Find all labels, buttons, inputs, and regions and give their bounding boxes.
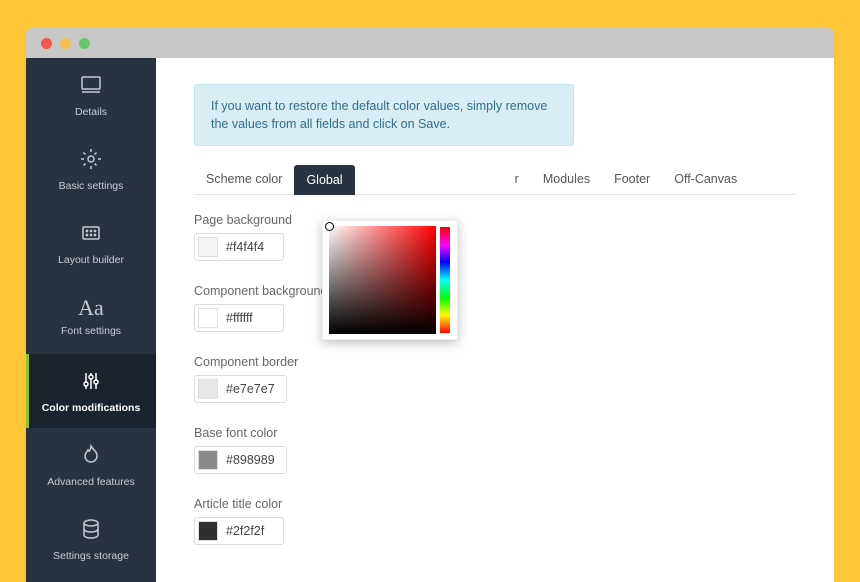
window-titlebar	[26, 28, 834, 58]
sidebar-item-label: Advanced features	[47, 476, 135, 488]
sidebar-item-layout-builder[interactable]: Layout builder	[26, 206, 156, 280]
color-input[interactable]: #f4f4f4	[194, 233, 284, 261]
sliders-icon	[79, 369, 103, 396]
color-value: #2f2f2f	[226, 524, 272, 538]
font-icon: Aa	[78, 297, 104, 319]
color-picker-popover	[322, 220, 458, 340]
grid-icon	[79, 221, 103, 248]
field-component-border: Component border #e7e7e7	[194, 355, 796, 404]
color-value: #e7e7e7	[226, 382, 283, 396]
color-value: #f4f4f4	[226, 240, 272, 254]
field-label: Page background	[194, 213, 796, 227]
tabs: Scheme color Global Header Navigation r …	[194, 164, 796, 195]
tab-off-canvas[interactable]: Off-Canvas	[662, 164, 749, 194]
field-label: Component background	[194, 284, 796, 298]
color-picker-cursor[interactable]	[325, 222, 334, 231]
field-label: Component border	[194, 355, 796, 369]
gear-icon	[79, 147, 103, 174]
color-fields: Page background #f4f4f4 Component backgr…	[194, 213, 796, 546]
field-label: Article title color	[194, 497, 796, 511]
sidebar-item-label: Basic settings	[59, 180, 124, 192]
field-article-title-color: Article title color #2f2f2f	[194, 497, 796, 546]
browser-frame: Details Basic settings Layout builder Aa…	[26, 28, 834, 582]
tab-scheme-color[interactable]: Scheme color	[194, 164, 294, 194]
tab-footer[interactable]: Footer	[602, 164, 662, 194]
minimize-dot[interactable]	[60, 38, 71, 49]
color-value: #898989	[226, 453, 283, 467]
main-content: If you want to restore the default color…	[156, 58, 834, 582]
color-input[interactable]: #e7e7e7	[194, 375, 287, 403]
sidebar-item-details[interactable]: Details	[26, 58, 156, 132]
sidebar-item-color-modifications[interactable]: Color modifications	[26, 354, 156, 428]
sidebar-item-advanced-features[interactable]: Advanced features	[26, 428, 156, 502]
sidebar-item-basic-settings[interactable]: Basic settings	[26, 132, 156, 206]
flame-icon	[79, 443, 103, 470]
tab-modules[interactable]: Modules	[531, 164, 602, 194]
sidebar-item-label: Details	[75, 106, 107, 118]
color-picker-saturation-lightness[interactable]	[329, 226, 436, 334]
database-icon	[79, 517, 103, 544]
sidebar-item-label: Settings storage	[53, 550, 129, 562]
color-value: #ffffff	[226, 311, 261, 325]
zoom-dot[interactable]	[79, 38, 90, 49]
sidebar-item-label: Layout builder	[58, 254, 124, 266]
tab-sidebar-partial[interactable]: r	[503, 164, 531, 194]
field-base-font-color: Base font color #898989	[194, 426, 796, 475]
sidebar-item-settings-storage[interactable]: Settings storage	[26, 502, 156, 576]
sidebar: Details Basic settings Layout builder Aa…	[26, 58, 156, 582]
color-swatch	[198, 450, 218, 470]
field-label: Base font color	[194, 426, 796, 440]
sidebar-item-font-settings[interactable]: Aa Font settings	[26, 280, 156, 354]
color-picker-hue-slider[interactable]	[439, 226, 451, 334]
field-component-background: Component background #ffffff	[194, 284, 796, 333]
close-dot[interactable]	[41, 38, 52, 49]
color-input[interactable]: #ffffff	[194, 304, 284, 332]
field-page-background: Page background #f4f4f4	[194, 213, 796, 262]
sidebar-item-label: Font settings	[61, 325, 121, 337]
color-swatch	[198, 379, 218, 399]
color-swatch	[198, 237, 218, 257]
monitor-icon	[79, 73, 103, 100]
tab-global[interactable]: Global	[294, 165, 354, 195]
info-notice: If you want to restore the default color…	[194, 84, 574, 146]
sidebar-item-label: Color modifications	[42, 402, 141, 414]
color-swatch	[198, 308, 218, 328]
color-input[interactable]: #898989	[194, 446, 287, 474]
color-input[interactable]: #2f2f2f	[194, 517, 284, 545]
color-swatch	[198, 521, 218, 541]
